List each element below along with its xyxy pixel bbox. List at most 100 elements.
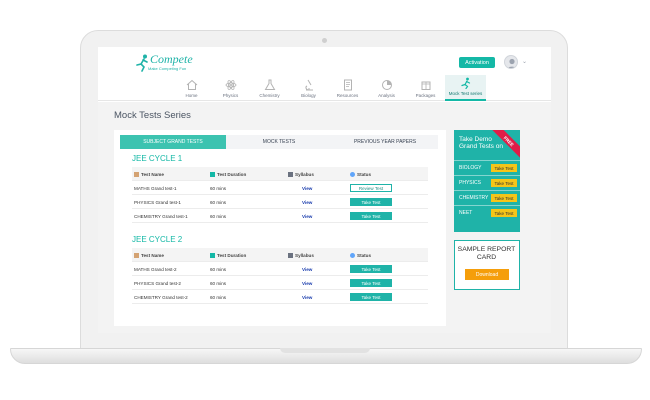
- view-syllabus-link[interactable]: View: [302, 295, 312, 300]
- demo-take-test-button[interactable]: Take Test: [491, 209, 517, 217]
- col-label: Test Duration: [217, 171, 247, 177]
- col-label: Test Name: [141, 171, 164, 177]
- col-label: Test Name: [141, 252, 164, 258]
- logo-tagline: Make Competing Fun: [148, 66, 187, 71]
- view-syllabus-link[interactable]: View: [302, 186, 312, 191]
- demo-row: NEET Take Test: [454, 205, 520, 219]
- demo-subject: NEET: [459, 210, 473, 216]
- top-header: Compete Make Competing Fun Activation ⌄ …: [98, 47, 551, 101]
- nav-label: Home: [185, 93, 198, 98]
- nav-analysis[interactable]: Analysis: [367, 75, 406, 101]
- test-name: PHYSICS Grand test-1: [134, 199, 181, 205]
- book-icon: [288, 171, 293, 177]
- user-icon: [507, 58, 517, 68]
- table-row: CHEMISTRY Grand test-2 60 mins View Take…: [132, 290, 428, 304]
- nav-label: Chemistry: [259, 93, 280, 98]
- nav-packages[interactable]: Packages: [406, 75, 445, 101]
- test-duration: 60 mins: [210, 294, 227, 300]
- page-title: Mock Tests Series: [114, 110, 191, 121]
- nav-home[interactable]: Home: [172, 75, 211, 101]
- test-tabs: SUBJECT GRAND TESTS MOCK TESTS PREVIOUS …: [120, 135, 438, 149]
- test-duration: 60 mins: [210, 213, 227, 219]
- main-nav: Home Physics Chemistry Biology Resources…: [172, 75, 486, 101]
- report-title: SAMPLE REPORT CARD: [457, 246, 516, 261]
- nav-chemistry[interactable]: Chemistry: [250, 75, 289, 101]
- tab-subject-grand-tests[interactable]: SUBJECT GRAND TESTS: [120, 135, 226, 149]
- test-duration: 60 mins: [210, 185, 227, 191]
- demo-row: BIOLOGY Take Test: [454, 160, 520, 174]
- table-row: PHYSICS Grand test-1 60 mins View Take T…: [132, 195, 428, 209]
- test-name: CHEMISTRY Grand test-1: [134, 213, 188, 219]
- nav-biology[interactable]: Biology: [289, 75, 328, 101]
- demo-take-test-button[interactable]: Take Test: [491, 194, 517, 202]
- demo-row: CHEMISTRY Take Test: [454, 190, 520, 204]
- take-test-button[interactable]: Take Test: [350, 293, 392, 301]
- take-test-button[interactable]: Take Test: [350, 265, 392, 273]
- download-button[interactable]: Download: [465, 269, 509, 280]
- test-duration: 60 mins: [210, 266, 227, 272]
- screen: Compete Make Competing Fun Activation ⌄ …: [98, 47, 551, 333]
- flask-icon: [264, 79, 275, 90]
- tab-previous-year-papers[interactable]: PREVIOUS YEAR PAPERS: [332, 135, 438, 149]
- demo-row: PHYSICS Take Test: [454, 175, 520, 189]
- review-test-button[interactable]: Review Test: [350, 184, 392, 192]
- pencil-icon: [134, 171, 139, 177]
- logo-wordmark: Compete: [150, 52, 193, 66]
- status-icon: [350, 171, 355, 177]
- avatar[interactable]: [504, 55, 518, 69]
- col-label: Status: [357, 171, 372, 177]
- nav-mock-test-series[interactable]: Mock Test series: [445, 75, 486, 101]
- test-duration: 60 mins: [210, 199, 227, 205]
- col-status: Status: [350, 248, 371, 262]
- demo-tests-widget: Take Demo Grand Tests on FREE BIOLOGY Ta…: [454, 130, 520, 232]
- cycle-title: JEE CYCLE 2: [132, 235, 183, 244]
- cycle-title: JEE CYCLE 1: [132, 154, 183, 163]
- nav-resources[interactable]: Resources: [328, 75, 367, 101]
- take-test-button[interactable]: Take Test: [350, 279, 392, 287]
- take-test-button[interactable]: Take Test: [350, 212, 392, 220]
- home-icon: [186, 79, 197, 90]
- runner-icon: [460, 77, 470, 89]
- main-area: Mock Tests Series SUBJECT GRAND TESTS MO…: [98, 102, 551, 333]
- pencil-icon: [134, 252, 139, 258]
- view-syllabus-link[interactable]: View: [302, 281, 312, 286]
- nav-physics[interactable]: Physics: [211, 75, 250, 101]
- book-icon: [343, 79, 352, 91]
- col-syllabus: Syllabus: [288, 167, 314, 181]
- col-label: Syllabus: [295, 252, 314, 258]
- test-name: PHYSICS Grand test-2: [134, 280, 181, 286]
- activation-button[interactable]: Activation: [459, 57, 495, 68]
- table-header: Test Name Test Duration Syllabus Status: [132, 248, 428, 262]
- view-syllabus-link[interactable]: View: [302, 214, 312, 219]
- col-test-name: Test Name: [134, 248, 164, 262]
- view-syllabus-link[interactable]: View: [302, 267, 312, 272]
- col-label: Test Duration: [217, 252, 247, 258]
- chevron-down-icon[interactable]: ⌄: [522, 58, 527, 65]
- col-syllabus: Syllabus: [288, 248, 314, 262]
- tab-mock-tests[interactable]: MOCK TESTS: [226, 135, 332, 149]
- col-label: Status: [357, 252, 372, 258]
- compete-logo[interactable]: Compete Make Competing Fun: [134, 52, 208, 74]
- nav-label: Analysis: [378, 93, 395, 98]
- table-row: MATHS Grand test-2 60 mins View Take Tes…: [132, 262, 428, 276]
- nav-label: Packages: [415, 93, 436, 98]
- demo-take-test-button[interactable]: Take Test: [491, 164, 517, 172]
- test-name: MATHS Grand test-2: [134, 266, 177, 272]
- demo-take-test-button[interactable]: Take Test: [491, 179, 517, 187]
- nav-label: Biology: [301, 93, 316, 98]
- status-icon: [350, 252, 355, 258]
- col-test-duration: Test Duration: [210, 167, 246, 181]
- microscope-icon: [304, 79, 313, 91]
- test-duration: 60 mins: [210, 280, 227, 286]
- hourglass-icon: [210, 252, 215, 258]
- table-header: Test Name Test Duration Syllabus Status: [132, 167, 428, 181]
- test-name: MATHS Grand test-1: [134, 185, 177, 191]
- nav-label: Mock Test series: [448, 91, 483, 96]
- atom-icon: [225, 80, 236, 90]
- take-test-button[interactable]: Take Test: [350, 198, 392, 206]
- col-label: Syllabus: [295, 171, 314, 177]
- pie-chart-icon: [381, 80, 392, 90]
- view-syllabus-link[interactable]: View: [302, 200, 312, 205]
- col-test-name: Test Name: [134, 167, 164, 181]
- nav-label: Resources: [336, 93, 359, 98]
